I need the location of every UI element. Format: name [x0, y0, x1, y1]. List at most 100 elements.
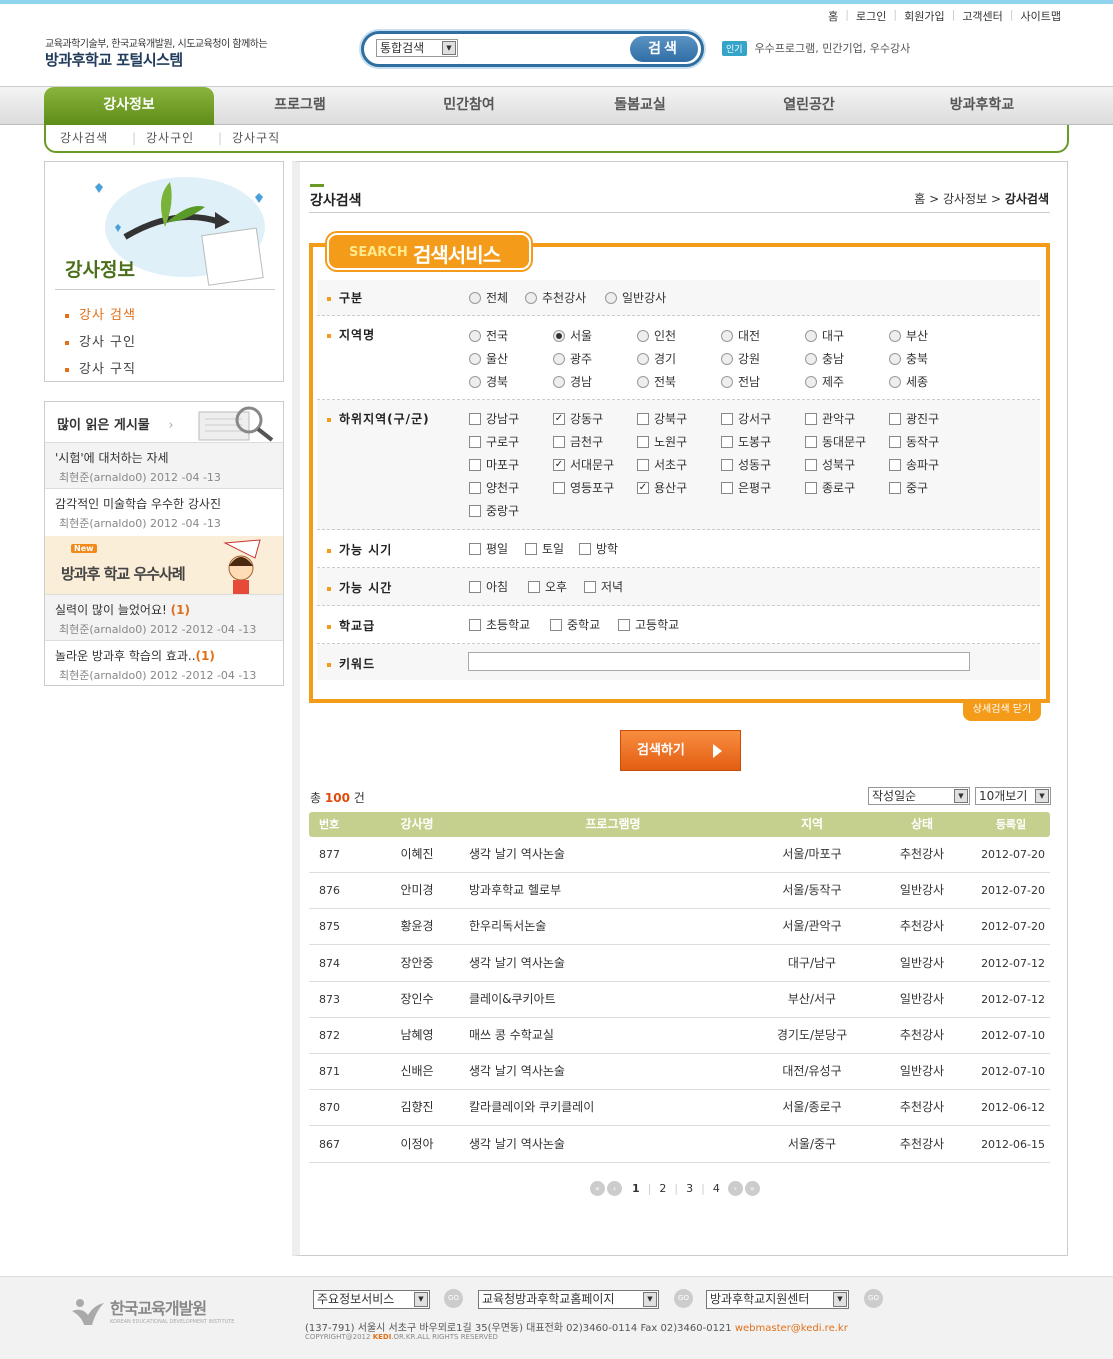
district-checkbox[interactable]: 동대문구: [805, 433, 866, 450]
checkbox-icon[interactable]: [721, 412, 733, 425]
cell-program[interactable]: 생각 날기 역사논술: [467, 837, 757, 872]
table-row[interactable]: 877 이혜진 생각 날기 역사논술 서울/마포구 추천강사 2012-07-20: [309, 837, 1050, 873]
time-checkbox[interactable]: 아침: [469, 578, 508, 595]
radio-icon[interactable]: [889, 329, 901, 342]
checkbox-icon[interactable]: [528, 580, 540, 593]
checkbox-icon[interactable]: [553, 435, 565, 448]
radio-icon[interactable]: [469, 291, 481, 304]
page-2[interactable]: 2: [659, 1182, 666, 1195]
nav-private[interactable]: 민간참여: [384, 87, 554, 125]
checkbox-icon[interactable]: [553, 481, 565, 494]
checkbox-icon[interactable]: [618, 618, 630, 631]
checkbox-icon[interactable]: [721, 435, 733, 448]
sort-select[interactable]: 작성일순 ▼: [868, 787, 970, 805]
footer-go-button[interactable]: GO: [444, 1289, 463, 1308]
popular-post-item[interactable]: '시험'에 대처하는 자세 최현준(arnaldo0) 2012 -04 -13: [45, 442, 283, 488]
cell-program[interactable]: 방과후학교 헬로부: [467, 873, 757, 908]
checkbox-icon[interactable]: [584, 580, 596, 593]
district-checkbox[interactable]: 중구: [889, 479, 928, 496]
region-radio[interactable]: 전북: [637, 373, 676, 390]
district-checkbox[interactable]: 강남구: [469, 410, 519, 427]
district-checkbox[interactable]: 은평구: [721, 479, 771, 496]
breadcrumb-mid[interactable]: 강사정보: [943, 192, 987, 206]
time-checkbox[interactable]: 저녁: [584, 578, 623, 595]
region-radio[interactable]: 세종: [889, 373, 928, 390]
checkbox-icon[interactable]: [469, 458, 481, 471]
checkbox-icon[interactable]: [805, 435, 817, 448]
radio-icon[interactable]: [553, 352, 565, 365]
district-checkbox[interactable]: 구로구: [469, 433, 519, 450]
region-radio[interactable]: 인천: [637, 327, 676, 344]
cell-program[interactable]: 생각 날기 역사논술: [467, 1127, 757, 1162]
table-row[interactable]: 872 남혜영 매쓰 콩 수학교실 경기도/분당구 추천강사 2012-07-10: [309, 1018, 1050, 1054]
school-checkbox[interactable]: 고등학교: [618, 616, 679, 633]
customer-center-link[interactable]: 고객센터: [962, 8, 1002, 24]
district-checkbox[interactable]: ✓ 서대문구: [553, 456, 614, 473]
nav-instructor-info[interactable]: 강사정보: [44, 87, 214, 127]
checkbox-icon[interactable]: [805, 481, 817, 494]
radio-icon[interactable]: [637, 352, 649, 365]
nav-program[interactable]: 프로그램: [215, 87, 385, 125]
checkbox-icon[interactable]: [469, 580, 481, 593]
time-checkbox[interactable]: 오후: [528, 578, 567, 595]
district-checkbox[interactable]: 금천구: [553, 433, 603, 450]
page-1[interactable]: 1: [632, 1182, 640, 1195]
district-checkbox[interactable]: ✓ 용산구: [637, 479, 687, 496]
district-checkbox[interactable]: 강서구: [721, 410, 771, 427]
nav-open-space[interactable]: 열린공간: [724, 87, 894, 125]
district-checkbox[interactable]: 성북구: [805, 456, 855, 473]
per-page-select[interactable]: 10개보기 ▼: [975, 787, 1051, 805]
table-row[interactable]: 875 황윤경 한우리독서논술 서울/관악구 추천강사 2012-07-20: [309, 909, 1050, 946]
cell-program[interactable]: 생각 날기 역사논술: [467, 1054, 757, 1089]
nav-afterschool[interactable]: 방과후학교: [897, 87, 1067, 125]
radio-icon[interactable]: [469, 352, 481, 365]
district-checkbox[interactable]: 동작구: [889, 433, 939, 450]
signup-link[interactable]: 회원가입: [904, 8, 944, 24]
school-checkbox[interactable]: 초등학교: [469, 616, 530, 633]
last-page-icon[interactable]: »: [744, 1181, 760, 1196]
district-checkbox[interactable]: 영등포구: [553, 479, 614, 496]
radio-icon[interactable]: [553, 329, 565, 342]
search-scope-select[interactable]: 통합검색 ▼: [376, 39, 458, 57]
checkbox-icon[interactable]: [805, 458, 817, 471]
radio-icon[interactable]: [553, 375, 565, 388]
table-row[interactable]: 871 신배은 생각 날기 역사논술 대전/유성구 일반강사 2012-07-10: [309, 1054, 1050, 1091]
search-button[interactable]: 검색: [630, 36, 698, 62]
home-link[interactable]: 홈: [828, 8, 838, 24]
checkbox-icon[interactable]: [469, 618, 481, 631]
radio-icon[interactable]: [637, 375, 649, 388]
checkbox-icon[interactable]: [637, 435, 649, 448]
radio-icon[interactable]: [889, 352, 901, 365]
popular-post-item[interactable]: 감각적인 미술학습 우수한 강사진 최현준(arnaldo0) 2012 -04 …: [45, 488, 283, 534]
cell-program[interactable]: 매쓰 콩 수학교실: [467, 1018, 757, 1053]
checkbox-icon[interactable]: [469, 542, 481, 555]
table-row[interactable]: 870 김향진 칼라클레이와 쿠키클레이 서울/종로구 추천강사 2012-06-12: [309, 1090, 1050, 1127]
subnav-recruit[interactable]: 강사구인: [146, 129, 194, 146]
radio-icon[interactable]: [721, 329, 733, 342]
checkbox-icon[interactable]: [889, 458, 901, 471]
page-3[interactable]: 3: [686, 1182, 693, 1195]
radio-icon[interactable]: [889, 375, 901, 388]
district-checkbox[interactable]: 노원구: [637, 433, 687, 450]
period-checkbox[interactable]: 토일: [525, 540, 564, 557]
school-checkbox[interactable]: 중학교: [550, 616, 600, 633]
checkbox-icon[interactable]: [889, 412, 901, 425]
radio-icon[interactable]: [805, 375, 817, 388]
region-radio[interactable]: 충북: [889, 350, 928, 367]
type-radio[interactable]: 일반강사: [605, 289, 666, 306]
footer-select-info[interactable]: 주요정보서비스 ▼: [313, 1290, 430, 1309]
chevron-right-icon[interactable]: ›: [168, 418, 173, 433]
page-4[interactable]: 4: [713, 1182, 720, 1195]
period-checkbox[interactable]: 방학: [579, 540, 618, 557]
district-checkbox[interactable]: 종로구: [805, 479, 855, 496]
checkbox-icon[interactable]: [721, 481, 733, 494]
region-radio[interactable]: 충남: [805, 350, 844, 367]
side-menu-search[interactable]: 강사 검색: [65, 304, 136, 323]
region-radio[interactable]: 전남: [721, 373, 760, 390]
next-page-icon[interactable]: ›: [727, 1181, 743, 1196]
footer-select-center[interactable]: 방과후학교지원센터 ▼: [706, 1290, 849, 1309]
district-checkbox[interactable]: 성동구: [721, 456, 771, 473]
best-practice-banner[interactable]: New 방과후 학교 우수사례: [45, 536, 283, 594]
popular-post-item[interactable]: 실력이 많이 늘었어요! (1) 최현준(arnaldo0) 2012 -2012…: [45, 594, 283, 640]
district-checkbox[interactable]: 강북구: [637, 410, 687, 427]
